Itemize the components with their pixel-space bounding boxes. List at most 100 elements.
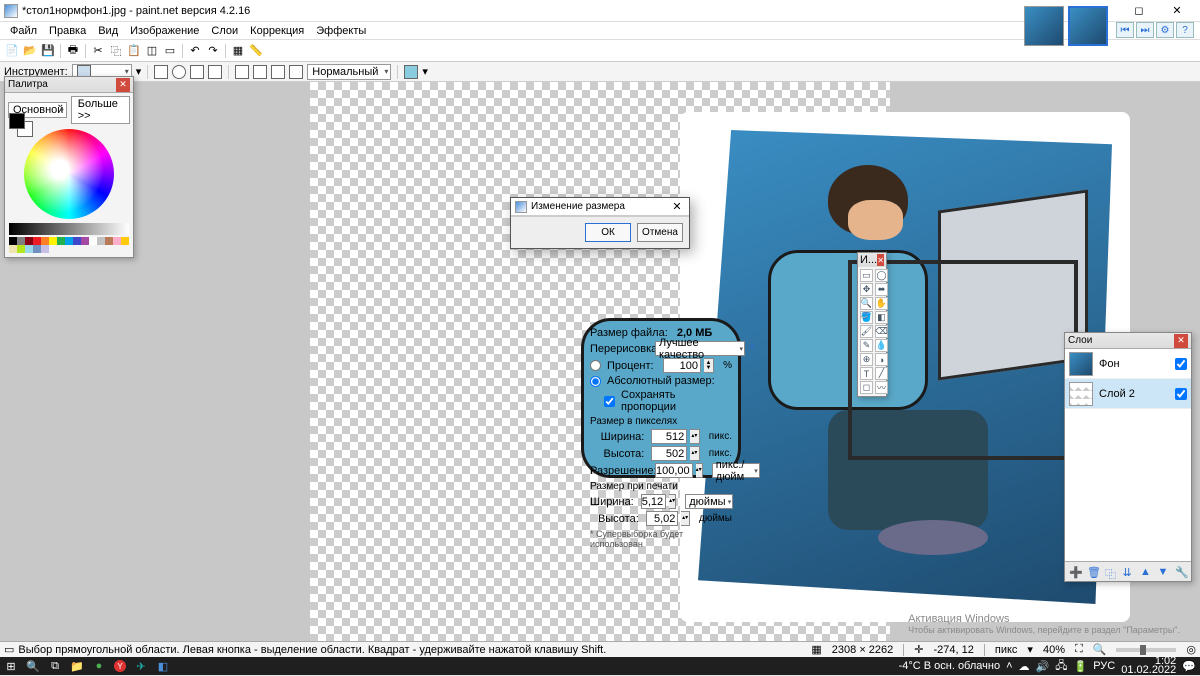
palette-color[interactable] — [73, 237, 81, 245]
primary-secondary-swatch[interactable] — [9, 113, 33, 137]
palette-color[interactable] — [105, 237, 113, 245]
ok-button[interactable]: ОК — [585, 223, 631, 242]
layer-visible-checkbox[interactable] — [1175, 358, 1187, 370]
crop-icon[interactable]: ◫ — [144, 43, 160, 59]
palette-color[interactable] — [41, 237, 49, 245]
tool-fill-icon[interactable]: 🪣 — [860, 311, 873, 324]
tool-clone-icon[interactable]: ⊕ — [860, 353, 873, 366]
menu-edit[interactable]: Правка — [43, 23, 92, 39]
next-doc-button[interactable]: ⏭ — [1136, 22, 1154, 38]
battery-icon[interactable]: 🔋 — [1074, 660, 1088, 673]
tool-picker-icon[interactable]: 💧 — [875, 339, 888, 352]
palette-color[interactable] — [65, 237, 73, 245]
width-px-spin[interactable]: ▴▾ — [690, 429, 699, 444]
undo-icon[interactable]: ↶ — [187, 43, 203, 59]
tool-recolor-icon[interactable]: ◑ — [875, 353, 888, 366]
copy-icon[interactable]: ⿻ — [108, 43, 124, 59]
palette-swatches[interactable] — [5, 235, 133, 257]
height-px-input[interactable]: 502 — [651, 446, 687, 461]
layer-row[interactable]: Слой 2 — [1065, 379, 1191, 409]
palette-color[interactable] — [89, 237, 97, 245]
chrome-icon[interactable]: ● — [92, 659, 106, 673]
palette-close-icon[interactable]: ✕ — [116, 78, 130, 92]
maximize-button[interactable]: ◻ — [1120, 0, 1158, 22]
palette-color[interactable] — [9, 245, 17, 253]
blend-mode[interactable]: Нормальный — [307, 64, 391, 80]
prev-doc-button[interactable]: ⏮ — [1116, 22, 1134, 38]
tool-pencil-icon[interactable]: ✎ — [860, 339, 873, 352]
start-button[interactable]: ⊞ — [4, 659, 18, 673]
layer-up-icon[interactable]: ▲ — [1140, 566, 1152, 578]
language-indicator[interactable]: РУС — [1093, 660, 1115, 672]
sel-lasso-icon[interactable] — [190, 65, 204, 79]
selmode-replace-icon[interactable] — [235, 65, 249, 79]
tool-gradient-icon[interactable]: ◧ — [875, 311, 888, 324]
palette-color[interactable] — [113, 237, 121, 245]
palette-color[interactable] — [57, 237, 65, 245]
selmode-sub-icon[interactable] — [271, 65, 285, 79]
palette-window[interactable]: Палитра ✕ Основной Больше >> — [4, 76, 134, 258]
tool-zoom-icon[interactable]: 🔍 — [860, 297, 873, 310]
height-in-input[interactable]: 5,02 — [646, 511, 679, 526]
new-icon[interactable]: 📄 — [4, 43, 20, 59]
palette-color[interactable] — [81, 237, 89, 245]
tray-chevron-icon[interactable]: ˄ — [1006, 660, 1012, 672]
palette-more-button[interactable]: Больше >> — [71, 96, 130, 124]
zoom100-icon[interactable]: ◎ — [1186, 643, 1196, 656]
layers-window[interactable]: Слои ✕ Фон Слой 2 ➕ 🗑 ⿻ ⇊ ▲ ▼ 🔧 — [1064, 332, 1192, 582]
palette-color[interactable] — [121, 237, 129, 245]
tools-window[interactable]: И...✕ ▭◯ ✥⬌ 🔍✋ 🪣◧ 🖌⌫ ✎💧 ⊕◑ T╱ ◻〰 — [857, 252, 887, 397]
layer-props-icon[interactable]: 🔧 — [1175, 566, 1187, 578]
res-spin[interactable]: ▴▾ — [696, 463, 703, 478]
cancel-button[interactable]: Отмена — [637, 223, 683, 242]
explorer-icon[interactable]: 📁 — [70, 659, 84, 673]
status-zoom[interactable]: 40% — [1043, 644, 1065, 656]
palette-color[interactable] — [33, 237, 41, 245]
color-wheel[interactable] — [24, 129, 114, 219]
paste-icon[interactable]: 📋 — [126, 43, 142, 59]
doc-thumb-1[interactable] — [1024, 6, 1064, 46]
menu-effects[interactable]: Эффекты — [310, 23, 372, 39]
res-input[interactable]: 100,00 — [655, 463, 693, 478]
layers-close-icon[interactable]: ✕ — [1174, 334, 1188, 348]
resize-dialog[interactable]: Изменение размера ✕ Размер файла: 2,0 МБ… — [510, 197, 690, 249]
palette-color[interactable] — [41, 245, 49, 253]
taskview-icon[interactable]: ⧉ — [48, 659, 62, 673]
tool-lasso-icon[interactable]: ◯ — [875, 269, 888, 282]
sel-wand-icon[interactable] — [208, 65, 222, 79]
palette-color[interactable] — [9, 237, 17, 245]
layer-merge-icon[interactable]: ⇊ — [1123, 566, 1135, 578]
help-button[interactable]: ? — [1176, 22, 1194, 38]
tool-line-icon[interactable]: ╱ — [875, 367, 888, 380]
settings-button[interactable]: ⚙ — [1156, 22, 1174, 38]
palette-color[interactable] — [25, 237, 33, 245]
palette-color[interactable] — [17, 237, 25, 245]
width-in-input[interactable]: 5,12 — [641, 494, 666, 509]
ruler-icon[interactable]: 📏 — [248, 43, 264, 59]
value-strip[interactable] — [9, 223, 129, 235]
redo-icon[interactable]: ↷ — [205, 43, 221, 59]
dialog-close-icon[interactable]: ✕ — [669, 199, 685, 215]
layer-delete-icon[interactable]: 🗑 — [1087, 566, 1099, 578]
sampling-icon[interactable] — [404, 65, 418, 79]
onedrive-icon[interactable]: ☁ — [1019, 660, 1030, 673]
clock[interactable]: 1:0201.02.2022 — [1121, 657, 1176, 675]
layer-add-icon[interactable]: ➕ — [1069, 566, 1081, 578]
menu-layers[interactable]: Слои — [205, 23, 244, 39]
print-icon[interactable]: 🖶 — [65, 43, 81, 59]
menu-file[interactable]: Файл — [4, 23, 43, 39]
tool-text-icon[interactable]: T — [860, 367, 873, 380]
deselect-icon[interactable]: ▭ — [162, 43, 178, 59]
status-unit[interactable]: пикс — [995, 644, 1018, 656]
volume-icon[interactable]: 🔊 — [1036, 660, 1050, 673]
layer-row[interactable]: Фон — [1065, 349, 1191, 379]
tool-eraser-icon[interactable]: ⌫ — [875, 325, 888, 338]
selmode-xor-icon[interactable] — [289, 65, 303, 79]
palette-color[interactable] — [97, 237, 105, 245]
tool-shapes-icon[interactable]: ◻ — [860, 381, 873, 394]
tool-move-icon[interactable]: ✥ — [860, 283, 873, 296]
open-icon[interactable]: 📂 — [22, 43, 38, 59]
zoomfit-icon[interactable]: ⛶ — [1075, 643, 1083, 656]
percent-radio[interactable] — [590, 360, 601, 371]
doc-thumb-2[interactable] — [1068, 6, 1108, 46]
